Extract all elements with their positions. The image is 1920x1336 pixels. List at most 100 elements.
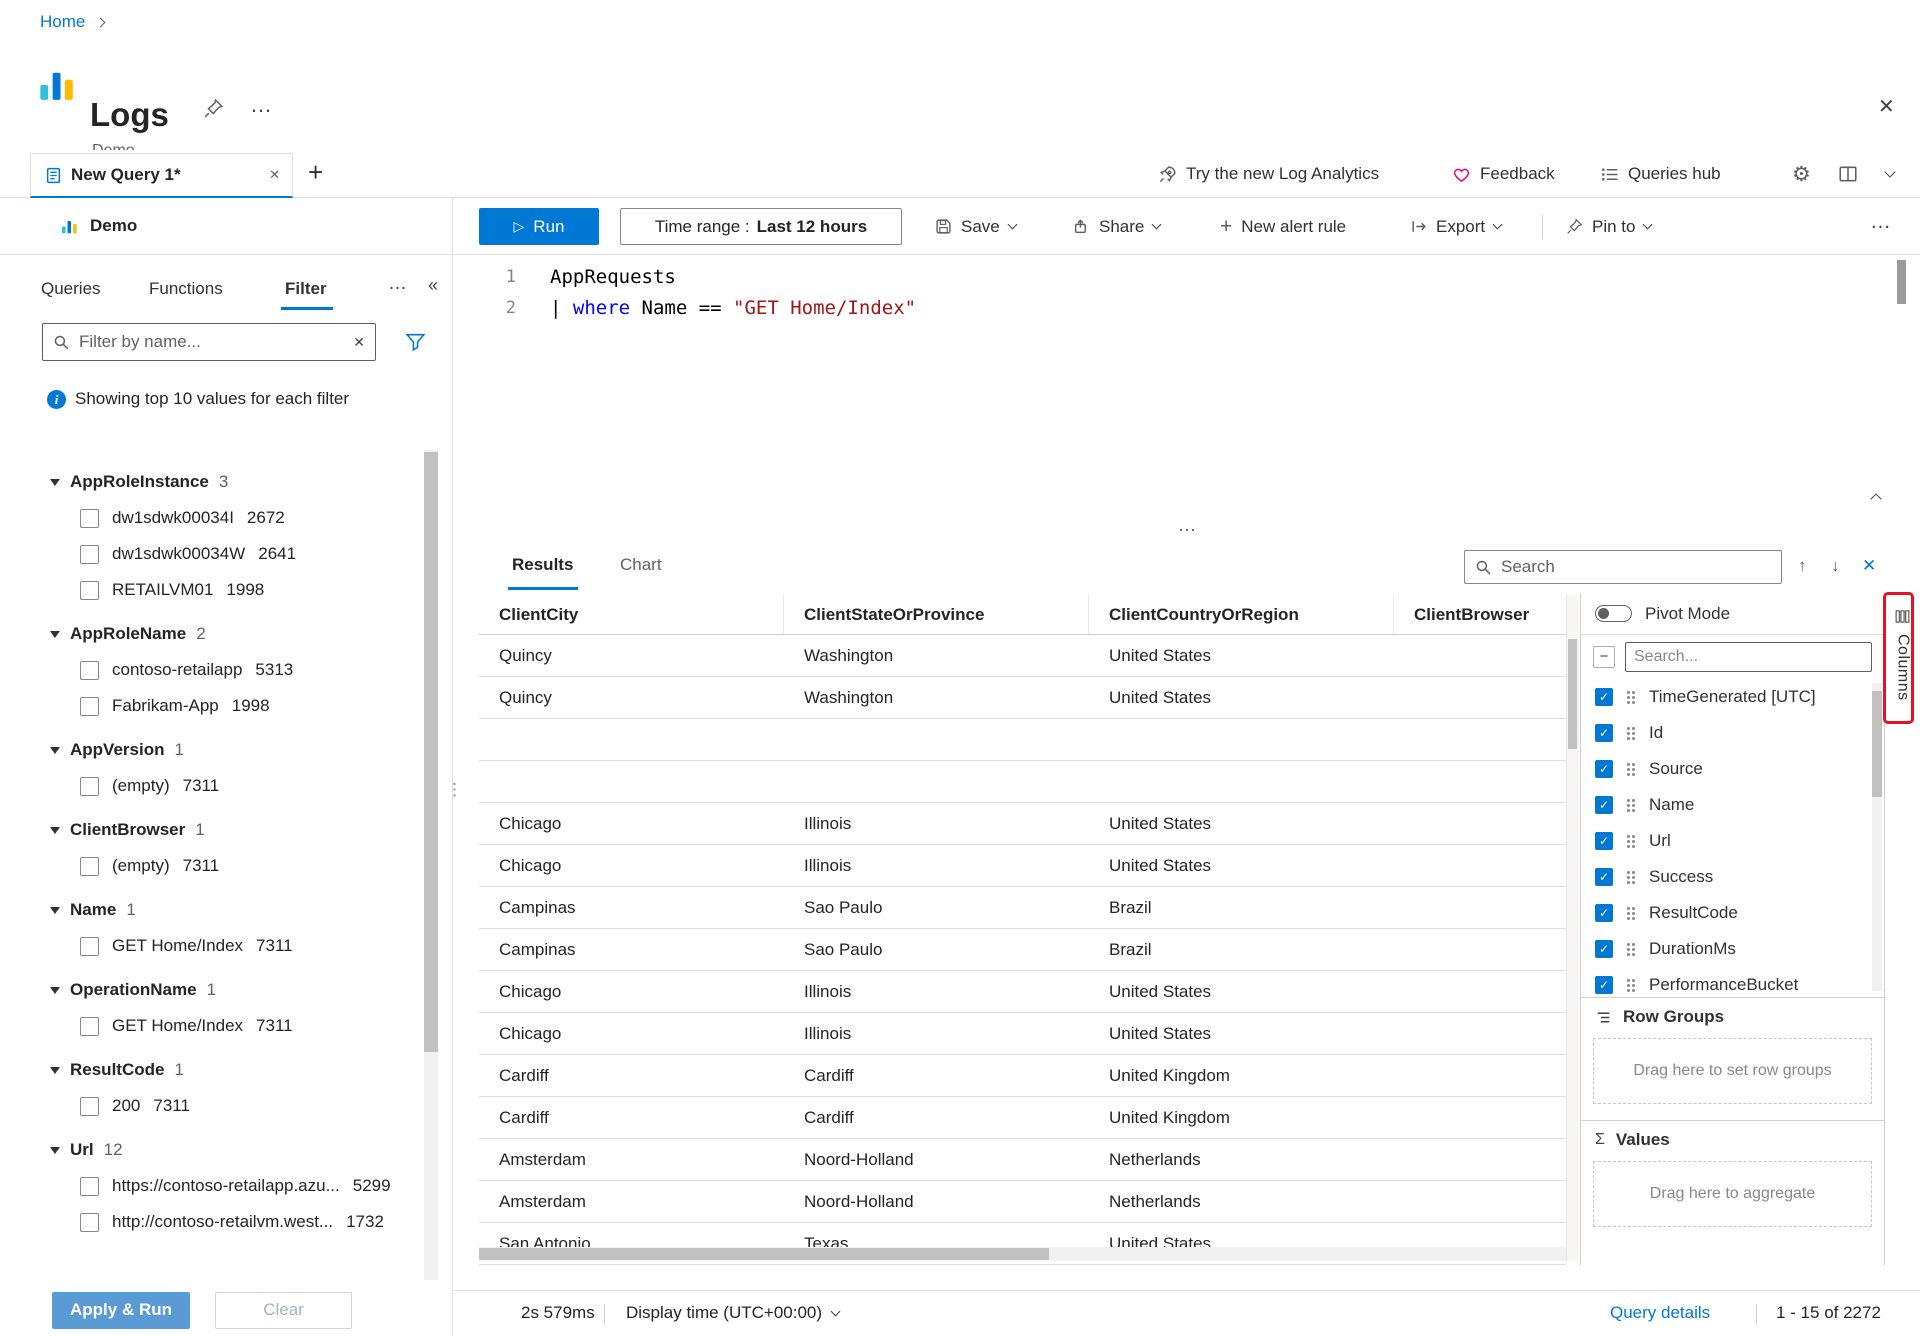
- checkbox-unchecked[interactable]: [80, 1177, 99, 1196]
- table-row[interactable]: Campinas Sao Paulo Brazil: [479, 887, 1566, 929]
- tab-new-query-1[interactable]: New Query 1* ✕: [30, 153, 293, 198]
- sidebar-more-icon[interactable]: …: [388, 273, 407, 295]
- panel-column-row[interactable]: ✓ Url: [1581, 823, 1884, 859]
- panel-column-row[interactable]: ✓ PerformanceBucket: [1581, 967, 1884, 997]
- column-header[interactable]: ClientCountryOrRegion: [1089, 595, 1394, 634]
- collapse-sidebar-icon[interactable]: «: [428, 275, 438, 296]
- table-vertical-scrollbar-thumb[interactable]: [1568, 639, 1577, 749]
- pivot-mode-toggle[interactable]: [1595, 605, 1632, 622]
- display-time-dropdown[interactable]: Display time (UTC+00:00): [626, 1303, 839, 1323]
- chevron-down-icon[interactable]: [1886, 150, 1894, 198]
- panel-column-row[interactable]: ✓ Source: [1581, 751, 1884, 787]
- filter-search-input[interactable]: [79, 332, 344, 352]
- settings-gear-icon[interactable]: ⚙: [1792, 150, 1811, 198]
- drag-handle-icon[interactable]: [1626, 762, 1636, 776]
- close-search-icon[interactable]: ✕: [1862, 556, 1876, 576]
- new-tab-button[interactable]: +: [308, 157, 323, 188]
- filter-item[interactable]: (empty) 7311: [0, 848, 424, 884]
- filter-item[interactable]: RETAILVM01 1998: [0, 572, 424, 608]
- filter-group-header[interactable]: Url 12: [0, 1132, 424, 1168]
- table-row[interactable]: Quincy Washington United States: [479, 677, 1566, 719]
- panel-column-row[interactable]: ✓ Name: [1581, 787, 1884, 823]
- checkbox-checked-icon[interactable]: ✓: [1595, 796, 1613, 814]
- drag-handle-icon[interactable]: [1626, 942, 1636, 956]
- checkbox-unchecked[interactable]: [80, 1097, 99, 1116]
- new-alert-rule-button[interactable]: + New alert rule: [1220, 208, 1346, 245]
- drag-handle-icon[interactable]: [1626, 726, 1636, 740]
- tab-chart[interactable]: Chart: [620, 555, 662, 575]
- panel-column-row[interactable]: ✓ TimeGenerated [UTC]: [1581, 679, 1884, 715]
- funnel-filter-icon[interactable]: [404, 330, 427, 353]
- tab-functions[interactable]: Functions: [149, 279, 223, 299]
- checkbox-checked-icon[interactable]: ✓: [1595, 940, 1613, 958]
- drag-handle-icon[interactable]: [1626, 906, 1636, 920]
- more-actions-icon[interactable]: …: [250, 92, 272, 118]
- results-search-input[interactable]: [1501, 557, 1771, 577]
- checkbox-unchecked[interactable]: [80, 1017, 99, 1036]
- tab-filter[interactable]: Filter: [285, 279, 327, 299]
- checkbox-unchecked[interactable]: [80, 661, 99, 680]
- panel-column-row[interactable]: ✓ Id: [1581, 715, 1884, 751]
- table-row[interactable]: Amsterdam Noord-Holland Netherlands: [479, 1181, 1566, 1223]
- table-row[interactable]: Chicago Illinois United States: [479, 845, 1566, 887]
- filter-group-header[interactable]: ClientBrowser 1: [0, 812, 424, 848]
- filter-group-header[interactable]: ResultCode 1: [0, 1052, 424, 1088]
- toolbar-more-icon[interactable]: …: [1870, 210, 1891, 234]
- sidebar-scrollbar-thumb[interactable]: [424, 452, 438, 1052]
- panel-column-row[interactable]: ✓ DurationMs: [1581, 931, 1884, 967]
- table-row[interactable]: Chicago Illinois United States: [479, 971, 1566, 1013]
- table-row[interactable]: [479, 761, 1566, 803]
- results-search-box[interactable]: [1464, 550, 1782, 584]
- filter-item[interactable]: dw1sdwk00034W 2641: [0, 536, 424, 572]
- filter-group-header[interactable]: OperationName 1: [0, 972, 424, 1008]
- run-button[interactable]: ▷ Run: [479, 208, 599, 245]
- filter-group-header[interactable]: AppRoleInstance 3: [0, 464, 424, 500]
- column-header[interactable]: ClientCity: [479, 595, 784, 634]
- checkbox-unchecked[interactable]: [80, 509, 99, 528]
- clear-button[interactable]: Clear: [215, 1292, 352, 1329]
- table-row[interactable]: Chicago Illinois United States: [479, 803, 1566, 845]
- filter-item[interactable]: GET Home/Index 7311: [0, 928, 424, 964]
- checkbox-unchecked[interactable]: [80, 777, 99, 796]
- drag-handle-icon[interactable]: [1626, 978, 1636, 992]
- table-horizontal-scrollbar-thumb[interactable]: [479, 1248, 1049, 1260]
- time-range-picker[interactable]: Time range : Last 12 hours: [620, 208, 902, 245]
- checkbox-checked-icon[interactable]: ✓: [1595, 688, 1613, 706]
- row-groups-dropzone[interactable]: Drag here to set row groups: [1593, 1038, 1872, 1104]
- checkbox-checked-icon[interactable]: ✓: [1595, 724, 1613, 742]
- drag-handle-icon[interactable]: [1626, 834, 1636, 848]
- panel-column-row[interactable]: ✓ ResultCode: [1581, 895, 1884, 931]
- side-panel-icon[interactable]: [1838, 150, 1858, 198]
- filter-item[interactable]: 200 7311: [0, 1088, 424, 1124]
- tab-queries[interactable]: Queries: [41, 279, 101, 299]
- checkbox-unchecked[interactable]: [80, 581, 99, 600]
- apply-and-run-button[interactable]: Apply & Run: [52, 1292, 190, 1329]
- checkbox-checked-icon[interactable]: ✓: [1595, 904, 1613, 922]
- panel-scrollbar-thumb[interactable]: [1872, 691, 1882, 797]
- checkbox-checked-icon[interactable]: ✓: [1595, 976, 1613, 994]
- drag-handle-icon[interactable]: [1626, 798, 1636, 812]
- filter-item[interactable]: dw1sdwk00034I 2672: [0, 500, 424, 536]
- column-header[interactable]: ClientBrowser: [1394, 595, 1566, 634]
- tab-close-icon[interactable]: ✕: [269, 167, 280, 183]
- export-button[interactable]: Export: [1410, 208, 1501, 245]
- breadcrumb-home-link[interactable]: Home: [40, 12, 85, 32]
- query-details-link[interactable]: Query details: [1610, 1303, 1710, 1323]
- drag-handle-icon[interactable]: [1626, 870, 1636, 884]
- queries-hub-button[interactable]: Queries hub: [1600, 150, 1721, 198]
- checkbox-unchecked[interactable]: [80, 545, 99, 564]
- values-dropzone[interactable]: Drag here to aggregate: [1593, 1161, 1872, 1227]
- table-row[interactable]: Amsterdam Noord-Holland Netherlands: [479, 1139, 1566, 1181]
- share-button[interactable]: Share: [1073, 208, 1160, 245]
- checkbox-unchecked[interactable]: [80, 697, 99, 716]
- panel-search-box[interactable]: [1625, 642, 1872, 672]
- query-editor[interactable]: 1 AppRequests 2 | where Name == "GET Hom…: [454, 255, 1920, 520]
- table-row[interactable]: Cardiff Cardiff United Kingdom: [479, 1097, 1566, 1139]
- filter-search-box[interactable]: ✕: [42, 323, 376, 361]
- scope-selector[interactable]: Demo: [0, 198, 452, 255]
- pin-icon[interactable]: [203, 98, 224, 119]
- table-row[interactable]: Chicago Illinois United States: [479, 1013, 1566, 1055]
- checkbox-checked-icon[interactable]: ✓: [1595, 760, 1613, 778]
- checkbox-checked-icon[interactable]: ✓: [1595, 832, 1613, 850]
- filter-item[interactable]: GET Home/Index 7311: [0, 1008, 424, 1044]
